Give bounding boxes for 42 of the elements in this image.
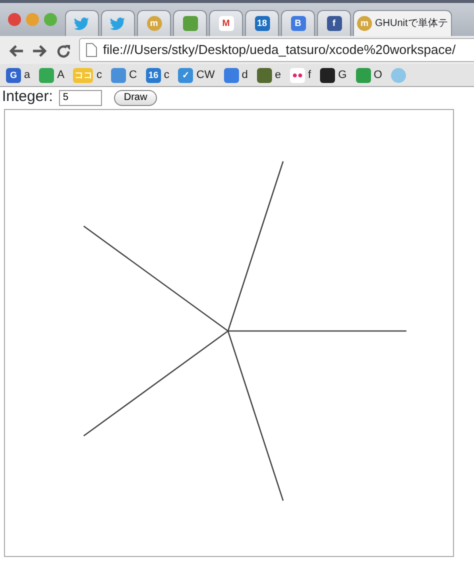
browser-tab[interactable] — [65, 10, 99, 36]
integer-label: Integer: — [2, 87, 53, 108]
browser-tab[interactable] — [173, 10, 207, 36]
bird-icon — [110, 17, 126, 30]
zoom-button[interactable] — [44, 13, 57, 26]
integer-field[interactable]: 5 — [58, 90, 102, 106]
bookmark-link[interactable]: ✓ CW — [178, 66, 215, 84]
address-bar[interactable]: file:///Users/stky/Desktop/ueda_tatsuro/xcode%20workspace/ — [79, 38, 474, 62]
bookmark-logo: ●● — [290, 68, 305, 82]
tab-title: GHUnitで単体テ — [375, 17, 448, 31]
bookmark-link[interactable]: ココ c — [73, 66, 102, 84]
bookmark-link[interactable]: e — [256, 66, 281, 84]
bookmark-link[interactable]: d — [224, 66, 248, 84]
browser-tab[interactable]: 18 — [245, 10, 279, 36]
bookmark-link[interactable]: ●● f — [290, 66, 312, 84]
browser-tab[interactable]: f — [317, 10, 351, 36]
browser-tab[interactable]: m GHUnitで単体テ — [353, 10, 452, 36]
browser-tab[interactable]: B — [281, 10, 315, 36]
bookmark-logo: 16 — [146, 68, 161, 82]
bookmark-logo: G — [6, 68, 21, 82]
bookmark-link[interactable]: G — [320, 66, 347, 84]
site-logo: 18 — [254, 16, 270, 31]
site-logo: M — [218, 16, 234, 31]
bookmark-link[interactable]: G a — [6, 66, 30, 84]
bookmark-link[interactable]: 16 c — [146, 66, 170, 84]
bookmark-link[interactable]: O — [356, 66, 382, 84]
browser-tab[interactable] — [101, 10, 135, 36]
site-logo: m — [357, 16, 372, 31]
browser-tab[interactable]: M — [209, 10, 243, 36]
close-button[interactable] — [8, 13, 21, 26]
draw-button[interactable]: Draw — [114, 90, 158, 106]
bird-icon — [74, 17, 90, 30]
bookmark-logo: ココ — [73, 68, 94, 82]
site-logo: B — [290, 16, 306, 31]
site-logo: m — [146, 16, 162, 31]
address-text: file:///Users/stky/Desktop/ueda_tatsuro/xcode%20workspace/ — [103, 41, 456, 60]
site-logo: f — [326, 16, 342, 31]
bookmark-link[interactable]: C — [110, 66, 137, 84]
bookmark-logo: ✓ — [178, 68, 194, 82]
minimize-button[interactable] — [26, 13, 39, 26]
bookmark-link[interactable]: A — [39, 66, 64, 84]
page-icon — [86, 43, 97, 57]
